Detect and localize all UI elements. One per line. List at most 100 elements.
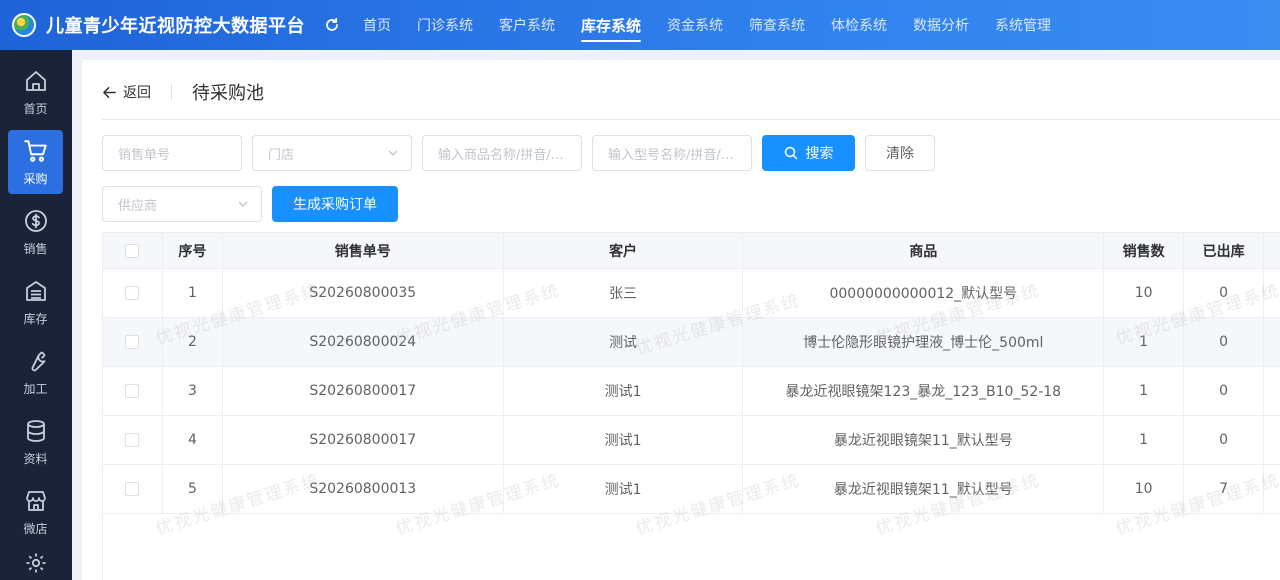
select-all-cell: [103, 233, 163, 269]
chevron-down-icon: [388, 150, 398, 156]
cell-outbound: 0: [1184, 269, 1265, 318]
store-icon: [23, 488, 49, 514]
table-row: 5 S20260800013 测试1 暴龙近视眼镜架11_默认型号 10 7: [103, 465, 1280, 514]
cell-sold: 10: [1104, 269, 1185, 318]
refresh-icon[interactable]: [323, 16, 341, 34]
nav-analytics[interactable]: 数据分析: [913, 0, 969, 50]
select-all-checkbox[interactable]: [125, 243, 140, 258]
cell-sales-no: S20260800035: [222, 269, 504, 318]
cell-index: 1: [162, 269, 223, 318]
nav-system[interactable]: 系统管理: [995, 0, 1051, 50]
content-card: 返回 待采购池 销售单号 门店 输入商品名称/拼音/… 输入型号名称/拼音/… …: [82, 60, 1280, 580]
sidebar-item-label: 库存: [23, 311, 48, 326]
header-extra: [1264, 233, 1280, 269]
sidebar-item-inventory[interactable]: 库存: [8, 270, 63, 334]
cell-sold: 10: [1104, 465, 1185, 514]
table-row: 1 S20260800035 张三 00000000000012_默认型号 10…: [103, 269, 1280, 318]
store-select[interactable]: 门店: [252, 135, 412, 171]
row-select-cell: [103, 465, 163, 514]
row-select-cell: [103, 416, 163, 465]
nav-checkup[interactable]: 体检系统: [831, 0, 887, 50]
cell-product: 00000000000012_默认型号: [743, 269, 1105, 318]
row-select-cell: [103, 367, 163, 416]
header-customer: 客户: [503, 233, 744, 269]
divider: [171, 84, 172, 100]
cell-sold: 1: [1104, 367, 1185, 416]
model-search-input[interactable]: 输入型号名称/拼音/…: [592, 135, 752, 171]
sidebar-item-label: 资料: [23, 451, 48, 466]
cell-outbound: 0: [1184, 416, 1265, 465]
row-checkbox[interactable]: [125, 335, 140, 349]
cell-product: 暴龙近视眼镜架11_默认型号: [743, 465, 1105, 514]
cell-sales-no: S20260800013: [222, 465, 504, 514]
header-sales-no: 销售单号: [222, 233, 504, 269]
cell-customer: 测试1: [503, 416, 744, 465]
sidebar-item-sales[interactable]: 销售: [8, 200, 63, 264]
search-icon: [784, 146, 797, 160]
page-title: 待采购池: [192, 83, 264, 104]
clear-label: 清除: [886, 146, 914, 162]
search-button[interactable]: 搜索: [762, 135, 855, 171]
generate-order-label: 生成采购订单: [293, 197, 377, 213]
nav-home[interactable]: 首页: [363, 0, 391, 50]
header-product: 商品: [743, 233, 1105, 269]
cell-outbound: 7: [1184, 465, 1265, 514]
nav-inventory[interactable]: 库存系统: [581, 0, 642, 50]
sidebar-item-purchase[interactable]: 采购: [8, 130, 63, 194]
header-outbound: 已出库: [1184, 233, 1265, 269]
cell-sales-no: S20260800017: [222, 416, 504, 465]
table-row: 2 S20260800024 测试 博士伦隐形眼镜护理液_博士伦_500ml 1…: [103, 318, 1280, 367]
cart-icon: [23, 138, 49, 164]
cell-extra: [1264, 465, 1280, 514]
supplier-placeholder: 供应商: [118, 198, 158, 214]
sales-no-input[interactable]: 销售单号: [102, 135, 242, 171]
cell-outbound: 0: [1184, 318, 1265, 367]
sidebar-item-data[interactable]: 资料: [8, 410, 63, 474]
row-checkbox[interactable]: [125, 482, 140, 496]
sidebar-item-settings[interactable]: [8, 550, 63, 580]
wrench-icon: [23, 348, 49, 374]
cell-sales-no: S20260800017: [222, 367, 504, 416]
cell-sold: 1: [1104, 416, 1185, 465]
supplier-select[interactable]: 供应商: [102, 186, 262, 222]
row-checkbox[interactable]: [125, 384, 140, 398]
sidebar-item-label: 采购: [23, 171, 48, 186]
nav-customer[interactable]: 客户系统: [499, 0, 555, 50]
search-label: 搜索: [805, 146, 834, 162]
sidebar-item-process[interactable]: 加工: [8, 340, 63, 404]
cell-outbound: 0: [1184, 367, 1265, 416]
table-header: 序号 销售单号 客户 商品 销售数 已出库: [103, 233, 1280, 269]
sidebar-item-label: 销售: [23, 241, 48, 256]
back-label: 返回: [123, 85, 151, 101]
table-empty-area: [102, 514, 1280, 580]
back-button[interactable]: 返回: [102, 82, 151, 102]
cell-sales-no: S20260800024: [222, 318, 504, 367]
sidebar-item-label: 微店: [23, 521, 48, 536]
product-search-input[interactable]: 输入商品名称/拼音/…: [422, 135, 582, 171]
top-bar: 儿童青少年近视防控大数据平台 首页 门诊系统 客户系统 库存系统 资金系统 筛查…: [0, 0, 1280, 50]
arrow-left-icon: [103, 86, 116, 98]
header-index: 序号: [162, 233, 223, 269]
generate-order-button[interactable]: 生成采购订单: [272, 186, 398, 222]
row-checkbox[interactable]: [125, 433, 140, 447]
row-checkbox[interactable]: [125, 286, 140, 300]
clear-button[interactable]: 清除: [865, 135, 935, 171]
cell-extra: [1264, 416, 1280, 465]
sidebar-item-label: 加工: [23, 381, 48, 396]
cell-customer: 张三: [503, 269, 744, 318]
cell-customer: 测试1: [503, 367, 744, 416]
cell-product: 暴龙近视眼镜架123_暴龙_123_B10_52-18: [743, 367, 1105, 416]
app-title: 儿童青少年近视防控大数据平台: [46, 16, 305, 37]
sidebar-item-shop[interactable]: 微店: [8, 480, 63, 544]
table-row: 3 S20260800017 测试1 暴龙近视眼镜架123_暴龙_123_B10…: [103, 367, 1280, 416]
main-nav: 首页 门诊系统 客户系统 库存系统 资金系统 筛查系统 体检系统 数据分析 系统…: [363, 0, 1077, 50]
pending-purchase-table: 序号 销售单号 客户 商品 销售数 已出库 1 S20260800035 张三 …: [102, 232, 1280, 514]
cell-index: 3: [162, 367, 223, 416]
nav-clinic[interactable]: 门诊系统: [417, 0, 473, 50]
cell-sold: 1: [1104, 318, 1185, 367]
sidebar: 首页 采购 销售 库存 加工 资料 微店: [0, 50, 72, 580]
nav-finance[interactable]: 资金系统: [667, 0, 723, 50]
row-select-cell: [103, 269, 163, 318]
sidebar-item-home[interactable]: 首页: [8, 60, 63, 124]
nav-screening[interactable]: 筛查系统: [749, 0, 805, 50]
